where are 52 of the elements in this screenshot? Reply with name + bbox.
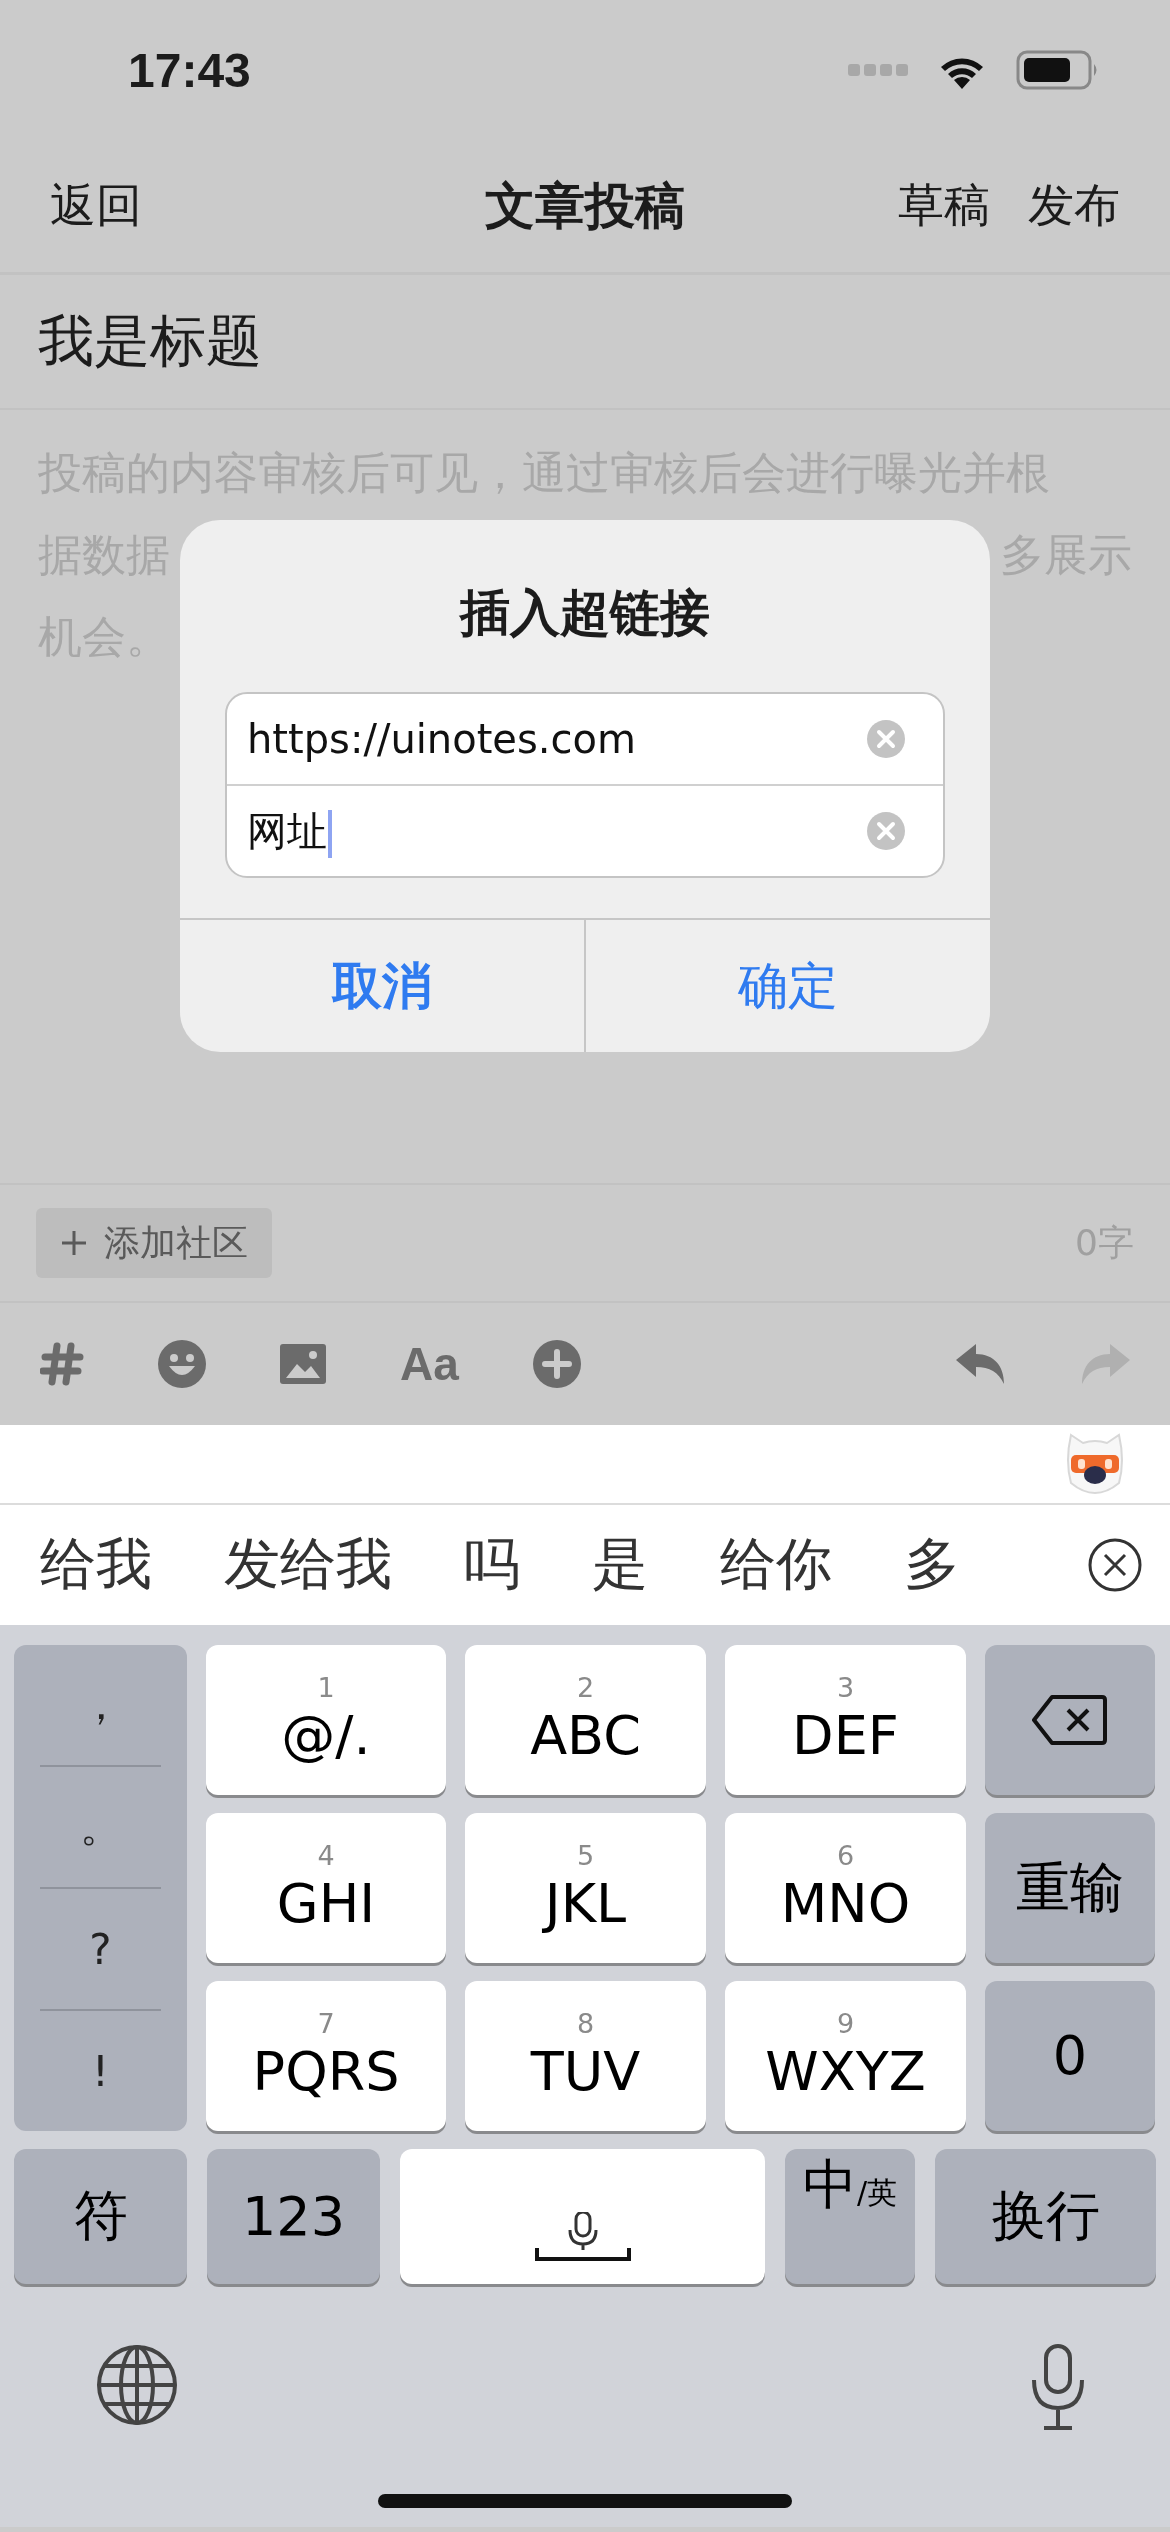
candidate-word[interactable]: 吗 [464,1527,520,1603]
nav-action[interactable]: 发布 [1028,175,1120,237]
text-field[interactable]: https://uinotes.com [247,716,867,762]
keypad-key[interactable]: 1 @/. [206,1645,446,1795]
back-button[interactable]: 返回 [50,175,142,237]
punctuation-key[interactable]: ? [40,1889,161,2011]
keypad-key[interactable]: 2 ABC [465,1645,706,1795]
close-icon[interactable] [1087,1537,1143,1593]
emoji-icon[interactable] [158,1340,206,1388]
delete-icon [1032,1694,1108,1746]
page-title: 文章投稿 [485,176,685,235]
clear-icon[interactable] [867,812,905,850]
keypad-key[interactable]: 8 TUV [465,1981,706,2131]
dialog-button[interactable]: 取消 [180,920,584,1052]
clear-icon[interactable] [867,720,905,758]
keypad-key[interactable]: 5 JKL [465,1813,706,1963]
zero-key[interactable]: 0 [985,1981,1155,2131]
reset-key[interactable]: 重输 [985,1813,1155,1963]
language-key[interactable]: 中/英 [785,2149,915,2284]
symbol-key[interactable]: 符 [14,2149,187,2284]
keypad-key[interactable]: 7 PQRS [206,1981,446,2131]
status-time: 17:43 [128,42,251,98]
keypad-key[interactable]: 9 WXYZ [725,1981,966,2131]
add-community-button[interactable]: 添加社区 [36,1208,272,1278]
candidate-word[interactable]: 是 [592,1527,648,1603]
microphone-icon[interactable] [1030,2344,1086,2430]
hashtag-icon[interactable] [40,1342,84,1386]
globe-icon[interactable] [96,2344,178,2426]
nav-action[interactable]: 草稿 [898,175,990,237]
mascot-icon[interactable] [1065,1431,1125,1497]
article-title[interactable]: 我是标题 [38,303,262,380]
microphone-icon [534,2212,631,2262]
image-icon[interactable] [280,1344,326,1384]
add-icon[interactable] [532,1340,581,1388]
keypad-key[interactable]: 4 GHI [206,1813,446,1963]
dialog-button[interactable]: 确定 [584,920,990,1052]
dialog-title: 插入超链接 [460,584,710,642]
keypad-key[interactable]: 6 MNO [725,1813,966,1963]
undo-icon[interactable] [956,1344,1006,1384]
keypad-key[interactable]: 3 DEF [725,1645,966,1795]
candidate-word[interactable]: 给你 [720,1527,832,1603]
punctuation-key[interactable]: ， [40,1645,161,1767]
text-field[interactable]: 网址 [247,803,867,859]
plus-icon [60,1229,88,1257]
candidate-word[interactable]: 多 [904,1527,960,1603]
delete-key[interactable] [985,1645,1155,1795]
punctuation-key[interactable]: ! [40,2011,161,2131]
candidate-word[interactable]: 给我 [40,1527,152,1603]
candidate-word[interactable]: 发给我 [224,1527,392,1603]
punctuation-key[interactable]: 。 [40,1767,161,1889]
number-key[interactable]: 123 [207,2149,380,2284]
return-key[interactable]: 换行 [935,2149,1156,2284]
